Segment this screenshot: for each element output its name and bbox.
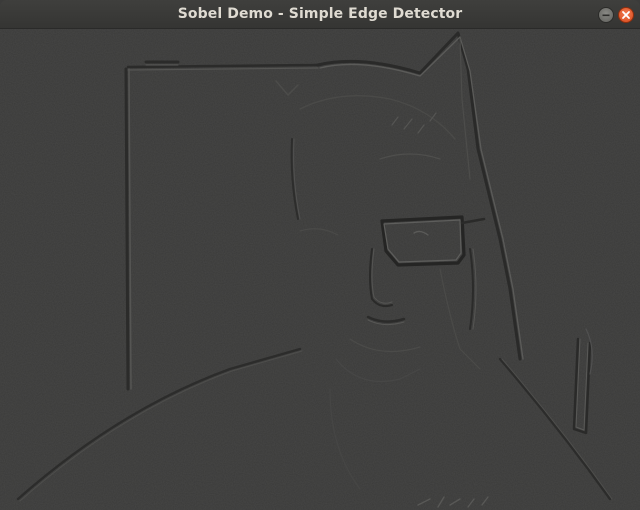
close-icon bbox=[622, 11, 630, 19]
close-button[interactable] bbox=[618, 7, 634, 23]
app-window: Sobel Demo - Simple Edge Detector bbox=[0, 0, 640, 510]
window-title: Sobel Demo - Simple Edge Detector bbox=[177, 6, 463, 22]
minimize-button[interactable] bbox=[598, 7, 614, 23]
minimize-icon bbox=[602, 14, 610, 17]
edge-detection-view bbox=[0, 29, 640, 510]
title-bar[interactable]: Sobel Demo - Simple Edge Detector bbox=[0, 0, 640, 29]
sobel-output-image bbox=[0, 29, 640, 510]
